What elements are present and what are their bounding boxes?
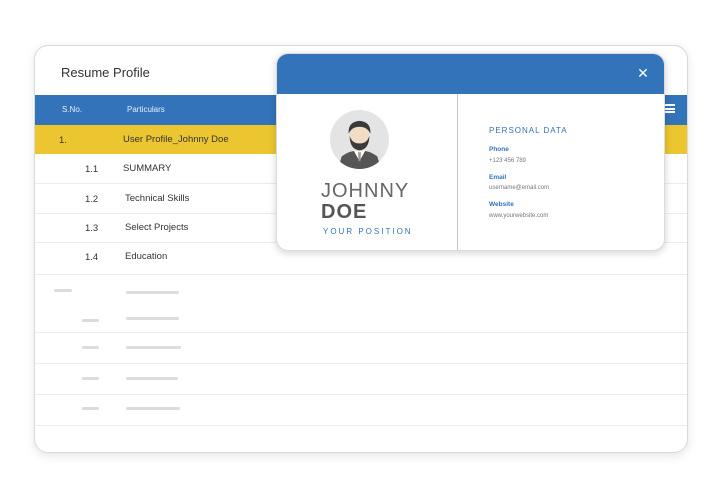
row-label: Education [125, 251, 168, 262]
avatar-icon [330, 110, 389, 169]
personal-data-title: PERSONAL DATA [489, 126, 568, 135]
row-number: 1.4 [85, 252, 99, 263]
placeholder-bar [82, 319, 99, 322]
row-number: 1.1 [85, 164, 99, 175]
card-header: ✕ [277, 54, 664, 94]
card-divider [457, 94, 458, 250]
phone-value: +123 456 789 [489, 158, 526, 164]
placeholder-bar [82, 377, 99, 380]
window-title: Resume Profile [61, 65, 150, 80]
placeholder-bar [126, 377, 178, 380]
placeholder-row [35, 275, 687, 333]
placeholder-bar [82, 407, 99, 410]
row-label: Select Projects [125, 222, 189, 233]
header-particulars: Particulars [127, 105, 165, 114]
placeholder-bar [126, 407, 180, 410]
row-label: SUMMARY [123, 163, 172, 174]
placeholder-bar [126, 317, 179, 320]
last-name: DOE [321, 201, 368, 223]
placeholder-bar [126, 346, 181, 349]
website-value: www.yourwebsite.com [489, 213, 549, 219]
menu-icon[interactable] [664, 104, 675, 113]
website-label: Website [489, 201, 514, 208]
placeholder-row [35, 364, 687, 395]
position-label: YOUR POSITION [323, 227, 413, 236]
email-label: Email [489, 174, 507, 181]
close-icon[interactable]: ✕ [636, 66, 650, 80]
row-number: 1.3 [85, 223, 99, 234]
profile-card: ✕ JOHNNY DOE YOUR POSITION PERSONAL DATA… [276, 53, 665, 251]
row-number: 1. [59, 135, 67, 146]
placeholder-bar [54, 289, 72, 292]
row-label: User Profile_Johnny Doe [123, 134, 229, 145]
phone-label: Phone [489, 146, 509, 153]
header-sno: S.No. [62, 105, 83, 114]
placeholder-bar [126, 291, 179, 294]
placeholder-row [35, 395, 687, 426]
email-value: username@email.com [489, 185, 550, 191]
row-number: 1.2 [85, 194, 99, 205]
row-label: Technical Skills [125, 193, 190, 204]
first-name: JOHNNY [321, 180, 410, 202]
placeholder-row [35, 333, 687, 364]
placeholder-bar [82, 346, 99, 349]
